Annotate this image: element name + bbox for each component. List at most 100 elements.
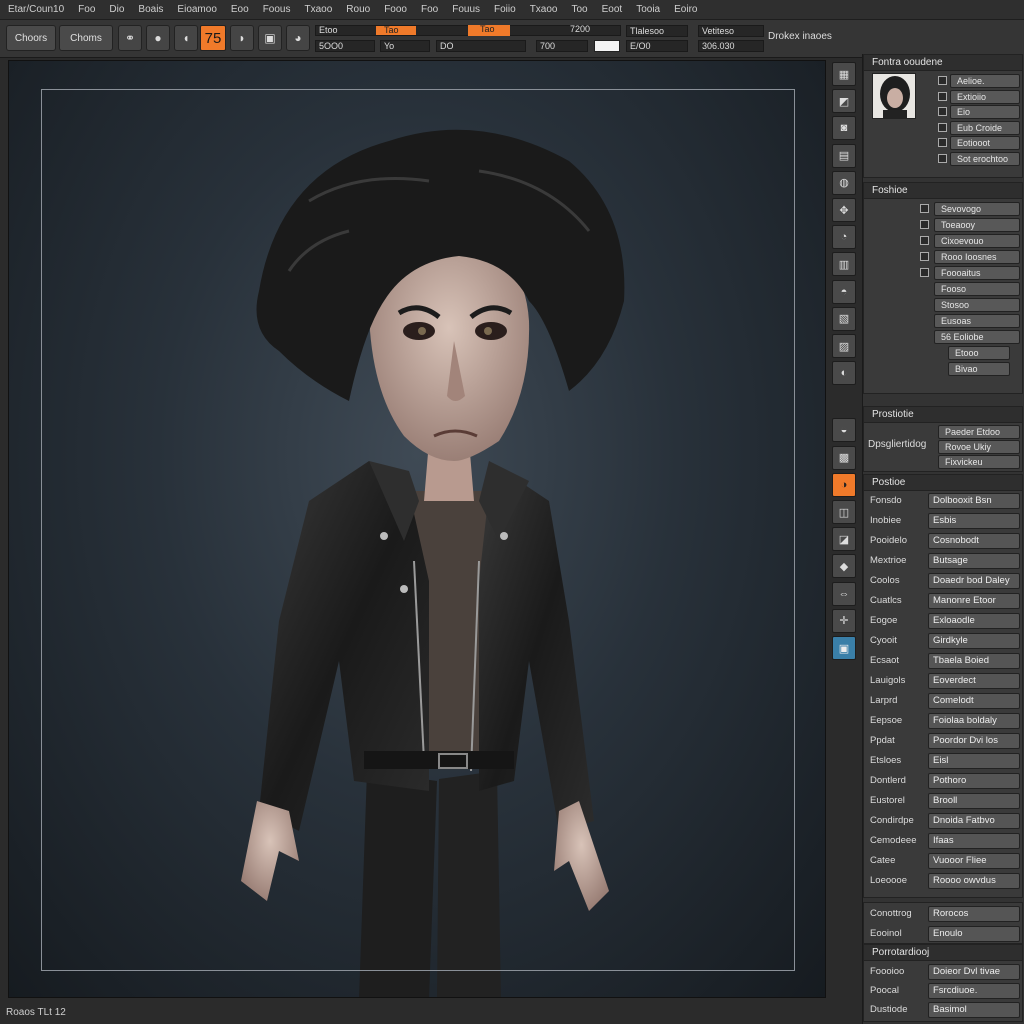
sphere-tool-icon[interactable]: ● [146,25,170,51]
camera-tool-icon[interactable]: ◕ [286,25,310,51]
field-b[interactable]: Yo [380,40,430,52]
select-icon[interactable]: ◫ [832,500,856,524]
brush-icon[interactable]: ◍ [832,170,856,195]
texture-option-button[interactable]: Eub Croide [950,120,1020,135]
prostiotie-item[interactable]: Fixvickeu [938,455,1020,469]
foshioe-item[interactable]: Cixoevouo [934,234,1020,248]
menu-item[interactable]: Fouus [452,4,480,15]
snapshot-icon[interactable]: ▣ [832,636,856,660]
paint-icon[interactable]: ◆ [832,554,856,579]
choors-button[interactable]: Choors [6,25,56,51]
property-field[interactable]: Ifaas [928,833,1020,849]
brush-tool-icon[interactable]: ◖ [174,25,198,51]
prostiotie-item[interactable]: Rovoe Ukiy [938,440,1020,454]
menu-item[interactable]: Foo [78,4,95,15]
mask-icon[interactable]: ▧ [832,306,856,331]
image-tool-icon[interactable]: ▣ [258,25,282,51]
foshioe-item[interactable]: Eusoas [934,314,1020,328]
texture-icon[interactable]: ◑ [832,472,856,497]
property-field[interactable]: Manonre Etoor [928,593,1020,609]
property-field[interactable]: Foiolaa boldaly [928,713,1020,729]
foshioe-item[interactable]: Fooso [934,282,1020,296]
foshioe-item[interactable]: Sevovogo [934,202,1020,216]
mesh-icon[interactable]: ▦ [832,62,856,86]
menu-item[interactable]: Foiio [494,4,516,15]
texture-option-checkbox[interactable] [938,122,947,132]
menu-item[interactable]: Eoo [231,4,249,15]
foshioe-item[interactable]: Stosoo [934,298,1020,312]
texture-option-button[interactable]: Eotiooot [950,136,1020,150]
camera-icon[interactable]: ◙ [832,116,856,141]
property-field[interactable]: Enoulo [928,926,1020,942]
clay-icon[interactable]: ▥ [832,252,856,277]
foshioe-item[interactable]: Etooo [948,346,1010,360]
property-field[interactable]: Butsage [928,553,1020,569]
property-field[interactable]: Poordor Dvi los [928,733,1020,749]
property-field[interactable]: Eisl [928,753,1020,769]
menu-item[interactable]: Txaoo [304,4,332,15]
foshioe-item[interactable]: Rooo Ioosnes [934,250,1020,264]
smooth-icon[interactable]: ◓ [832,279,856,304]
property-field[interactable]: Comelodt [928,693,1020,709]
view-icon[interactable]: ◪ [832,527,856,552]
field-h[interactable]: 306.030 [698,40,764,52]
foshioe-item[interactable]: Bivao [948,362,1010,376]
layer-icon[interactable]: ▨ [832,334,856,358]
choms-button[interactable]: Choms [59,25,113,51]
texture-option-checkbox[interactable] [938,153,947,163]
render-icon[interactable]: ▩ [832,445,856,470]
field-e[interactable]: Tlalesoo [626,25,688,37]
property-field[interactable]: Brooll [928,793,1020,809]
texture-option-checkbox[interactable] [938,76,947,85]
property-field[interactable]: Rorocos [928,906,1020,922]
symmetry-icon[interactable]: ⇔ [832,581,856,606]
brush-size-value[interactable]: 75 [200,25,226,51]
field-f[interactable]: E/O0 [626,40,688,52]
link-icon[interactable]: ⚭ [118,25,142,51]
property-field[interactable]: Exloaodle [928,613,1020,629]
material-icon[interactable]: ◒ [832,418,856,443]
sphere-icon[interactable]: ◩ [832,89,856,114]
gizmo-icon[interactable]: ✛ [832,608,856,633]
texture-option-button[interactable]: Sot erochtoo [950,151,1020,166]
stroke-icon[interactable]: ◔ [832,225,856,250]
character-thumbnail[interactable] [872,73,916,119]
foshioe-item[interactable]: 56 Eoliobe [934,330,1020,344]
field-d[interactable]: 700 [536,40,588,52]
foshioe-checkbox[interactable] [920,236,929,245]
property-field[interactable]: Dolbooxit Bsn [928,493,1020,509]
texture-option-checkbox[interactable] [938,91,947,101]
menu-item[interactable]: Foous [263,4,291,15]
texture-option-button[interactable]: Aelioe. [950,74,1020,88]
menu-item[interactable]: Txaoo [530,4,558,15]
property-field[interactable]: Doaedr bod Daley [928,573,1020,589]
property-field[interactable]: Doieor Dvl tivae [928,964,1020,980]
menu-item[interactable]: Foo [421,4,438,15]
menu-item[interactable]: Too [572,4,588,15]
menu-item[interactable]: Tooia [636,4,660,15]
canvas-viewport[interactable] [8,60,826,998]
menu-item[interactable]: Dio [109,4,124,15]
property-field[interactable]: Pothoro [928,773,1020,789]
prostiotie-item[interactable]: Paeder Etdoo [938,425,1020,439]
menu-item[interactable]: Eoot [602,4,623,15]
menu-item[interactable]: Fooo [384,4,407,15]
color-swatch[interactable] [594,40,620,52]
texture-option-checkbox[interactable] [938,107,947,116]
foshioe-item[interactable]: Foooaitus [934,266,1020,280]
stroke-tool-icon[interactable]: ◗ [230,25,254,51]
foshioe-checkbox[interactable] [920,220,929,229]
property-field[interactable]: Dnoida Fatbvo [928,813,1020,829]
menu-item[interactable]: Boais [138,4,163,15]
menu-item[interactable]: Etar/Coun10 [8,4,64,15]
property-field[interactable]: Cosnobodt [928,533,1020,549]
foshioe-checkbox[interactable] [920,204,929,213]
menu-item[interactable]: Eoiro [674,4,697,15]
property-field[interactable]: Basimol [928,1002,1020,1018]
foshioe-checkbox[interactable] [920,252,929,261]
grid-icon[interactable]: ▤ [832,143,856,168]
foshioe-item[interactable]: Toeaooy [934,218,1020,232]
property-field[interactable]: Tbaela Boied [928,653,1020,669]
menu-item[interactable]: Rouo [346,4,370,15]
property-field[interactable]: Girdkyle [928,633,1020,649]
